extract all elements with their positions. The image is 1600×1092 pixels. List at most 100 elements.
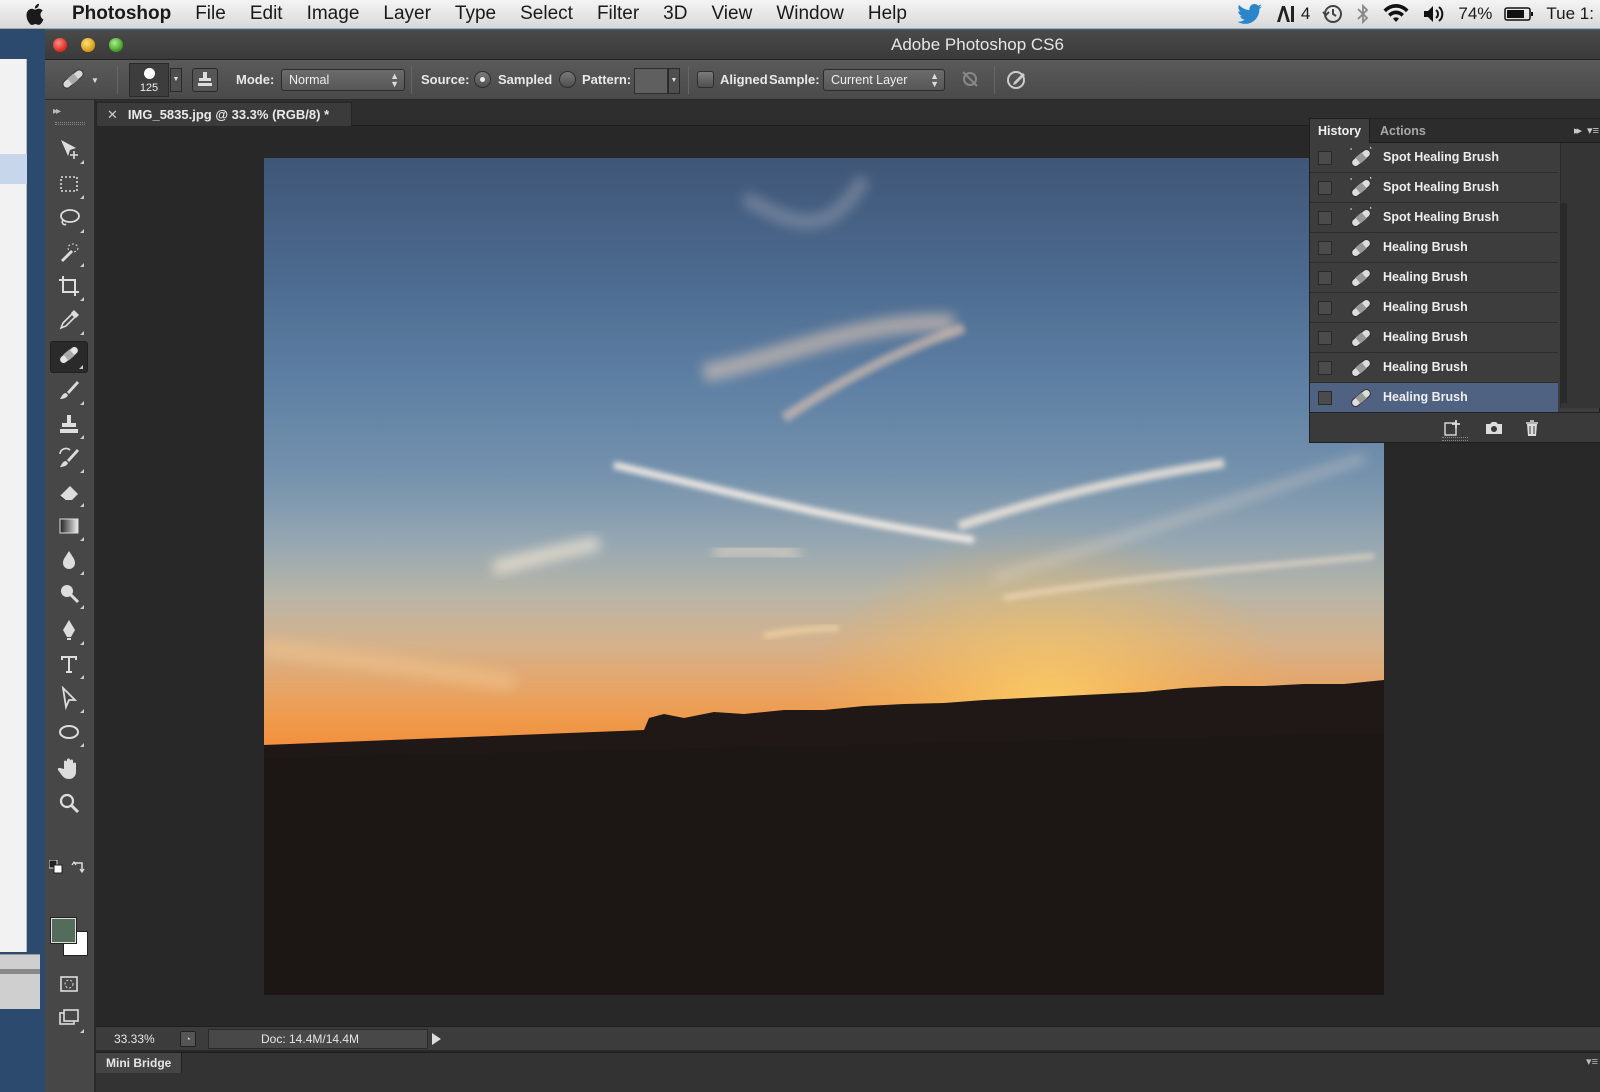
battery-icon[interactable] [1504, 6, 1534, 22]
menu-image[interactable]: Image [295, 3, 372, 25]
history-item[interactable]: Healing Brush [1310, 263, 1558, 293]
pen-tool[interactable] [50, 616, 88, 648]
toolbox-grip[interactable] [55, 122, 85, 125]
dodge-tool[interactable] [50, 580, 88, 612]
menu-filter[interactable]: Filter [585, 3, 651, 25]
volume-icon[interactable] [1422, 4, 1446, 24]
menu-edit[interactable]: Edit [238, 3, 295, 25]
clone-stamp-tool[interactable] [50, 410, 88, 442]
brush-picker-arrow[interactable]: ▼ [170, 68, 182, 92]
panel-menu-icon[interactable]: ▾≡ [1586, 1055, 1598, 1068]
background-window-lower[interactable] [0, 954, 40, 1009]
quick-mask-button[interactable] [50, 970, 88, 1002]
eyedropper-tool[interactable] [50, 306, 88, 338]
bluetooth-icon[interactable] [1356, 3, 1370, 25]
status-info-icon[interactable]: ◔ [180, 1031, 196, 1047]
new-document-from-state-icon[interactable] [1443, 419, 1463, 437]
trash-icon[interactable] [1522, 419, 1542, 437]
crop-tool[interactable] [50, 272, 88, 304]
history-source-checkbox[interactable] [1318, 211, 1332, 225]
panel-collapse-icon[interactable]: ▸▸ [1574, 124, 1582, 137]
close-document-icon[interactable]: ✕ [107, 107, 118, 122]
eraser-tool[interactable] [50, 478, 88, 510]
path-selection-tool[interactable] [50, 684, 88, 716]
pattern-picker[interactable] [634, 68, 668, 94]
document-tab[interactable]: ✕ IMG_5835.jpg @ 33.3% (RGB/8) * [96, 102, 352, 126]
ellipse-tool[interactable] [50, 718, 88, 750]
pattern-picker-arrow[interactable]: ▼ [668, 68, 680, 94]
panel-resize-grip[interactable] [1442, 437, 1468, 441]
zoom-tool[interactable] [50, 789, 88, 821]
menu-help[interactable]: Help [856, 3, 919, 25]
apple-menu-icon[interactable] [0, 3, 70, 25]
clone-source-panel-toggle[interactable] [192, 68, 218, 92]
menu-3d[interactable]: 3D [651, 3, 699, 25]
history-source-checkbox[interactable] [1318, 331, 1332, 345]
default-colors-icon[interactable] [48, 859, 63, 874]
history-item[interactable]: Healing Brush [1310, 293, 1558, 323]
history-item-current[interactable]: Healing Brush [1310, 383, 1558, 413]
source-pattern-radio[interactable] [559, 71, 576, 88]
history-source-checkbox[interactable] [1318, 391, 1332, 405]
history-brush-tool[interactable] [50, 444, 88, 476]
doc-info[interactable]: Doc: 14.4M/14.4M [208, 1029, 428, 1049]
history-source-checkbox[interactable] [1318, 151, 1332, 165]
history-source-checkbox[interactable] [1318, 271, 1332, 285]
healing-brush-tool[interactable] [50, 341, 88, 373]
history-item[interactable]: Healing Brush [1310, 323, 1558, 353]
history-item[interactable]: Healing Brush [1310, 353, 1558, 383]
quick-selection-tool[interactable] [50, 238, 88, 270]
move-tool[interactable] [50, 135, 88, 167]
menu-select[interactable]: Select [508, 3, 585, 25]
history-source-checkbox[interactable] [1318, 361, 1332, 375]
history-item[interactable]: Spot Healing Brush [1310, 139, 1558, 173]
tab-mini-bridge[interactable]: Mini Bridge [96, 1053, 183, 1073]
history-source-checkbox[interactable] [1318, 301, 1332, 315]
swap-colors-icon[interactable] [71, 858, 87, 874]
toolbox-collapse-icon[interactable]: ▸▸ [53, 106, 61, 117]
history-item[interactable]: Spot Healing Brush [1310, 169, 1558, 203]
tab-history[interactable]: History [1310, 119, 1371, 143]
menu-type[interactable]: Type [443, 3, 508, 25]
tool-preset-picker[interactable]: ▼ [59, 66, 105, 94]
menu-view[interactable]: View [699, 3, 764, 25]
source-sampled-radio[interactable] [474, 71, 491, 88]
pressure-size-button[interactable] [1003, 67, 1031, 93]
twitter-icon[interactable] [1237, 4, 1263, 24]
history-scrollbar[interactable] [1560, 143, 1600, 408]
aligned-checkbox[interactable] [697, 71, 714, 88]
zoom-level[interactable]: 33.33% [114, 1032, 155, 1046]
sample-select[interactable]: Current Layer ▲ ▼ [823, 69, 945, 91]
menu-file[interactable]: File [183, 3, 238, 25]
history-source-checkbox[interactable] [1318, 241, 1332, 255]
wifi-icon[interactable] [1382, 4, 1410, 24]
history-source-checkbox[interactable] [1318, 181, 1332, 195]
camera-snapshot-icon[interactable] [1484, 419, 1504, 437]
type-tool[interactable] [50, 650, 88, 682]
window-title-bar[interactable]: Adobe Photoshop CS6 [45, 30, 1600, 60]
ignore-adjustment-layers-button[interactable] [957, 68, 983, 92]
menu-layer[interactable]: Layer [371, 3, 443, 25]
hand-tool[interactable] [50, 755, 88, 787]
menu-app-photoshop[interactable]: Photoshop [70, 3, 183, 25]
brush-size-picker[interactable]: 125 [129, 63, 169, 97]
blur-tool[interactable] [50, 546, 88, 578]
background-window[interactable] [0, 59, 27, 952]
history-item[interactable]: Healing Brush [1310, 233, 1558, 263]
history-item[interactable]: Spot Healing Brush [1310, 199, 1558, 233]
gradient-tool[interactable] [50, 512, 88, 544]
document-image[interactable] [264, 158, 1384, 995]
brush-tool[interactable] [50, 376, 88, 408]
time-machine-icon[interactable] [1322, 3, 1344, 25]
battery-percent[interactable]: 74% [1458, 4, 1492, 24]
marquee-tool[interactable] [50, 170, 88, 202]
menu-window[interactable]: Window [764, 3, 856, 25]
notification-center-icon[interactable]: 4 [1275, 4, 1310, 24]
menu-bar-clock[interactable]: Tue 1: [1546, 4, 1594, 24]
mode-select[interactable]: Normal ▲ ▼ [281, 69, 405, 91]
status-menu-arrow-icon[interactable] [432, 1033, 441, 1045]
tab-actions[interactable]: Actions [1372, 119, 1434, 143]
lasso-tool[interactable] [50, 204, 88, 236]
screen-mode-button[interactable] [50, 1004, 88, 1036]
foreground-color-swatch[interactable] [50, 917, 77, 944]
